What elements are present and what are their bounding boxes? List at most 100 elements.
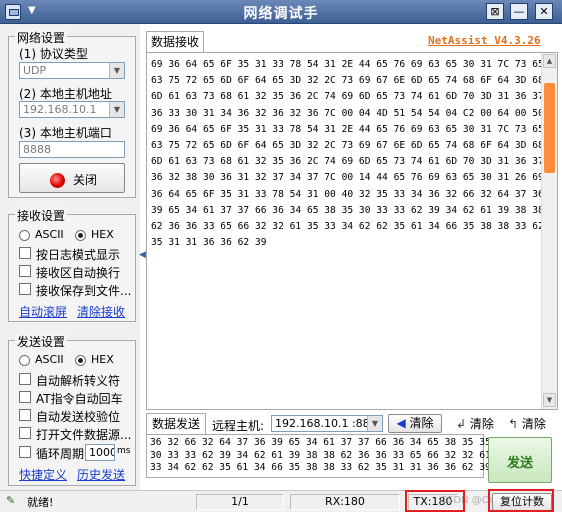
receive-line: 6D 61 63 73 68 61 32 35 36 2C 74 69 6D 6… [151,91,544,103]
local-port-input[interactable]: 8888 [19,141,125,158]
shortcut-link[interactable]: 快捷定义 [19,466,67,483]
clear-history-label: 清除 [521,417,546,431]
loop-label: 循环周期 [36,447,85,461]
loop-checkbox[interactable] [19,446,31,458]
auto-checksum-checkbox[interactable] [19,409,31,421]
auto-scroll-link[interactable]: 自动滚屏 [19,303,67,320]
receive-hex-label: HEX [91,228,114,241]
send-input-area[interactable]: 36 32 66 32 64 37 36 39 65 34 61 37 37 6… [146,434,491,478]
status-bar: ✎ 就绪! 1/1 RX:180 TX:180 CSDN @OneFu_Du 复… [0,490,562,512]
send-settings-group: 发送设置 ASCII HEX 自动解析转义符 AT指令自动回车 自动发送校验位 … [8,333,136,486]
clear-history-button[interactable]: ↰ 清除 [508,415,546,432]
send-ascii-radio[interactable] [19,355,30,366]
send-hex-radio[interactable] [75,355,86,366]
collapse-arrow-icon[interactable]: ◀ [139,250,146,264]
clear-receive-link[interactable]: 清除接收 [77,303,125,320]
receive-settings-title: 接收设置 [15,207,68,224]
local-addr-select[interactable]: 192.168.10.1 ▼ [19,101,125,118]
version-link[interactable]: NetAssist V4.3.26 [428,34,541,47]
close-connection-button[interactable]: 关闭 [19,163,125,193]
auto-wrap-checkbox[interactable] [19,265,31,277]
local-addr-label: (2) 本地主机地址 [19,87,112,101]
tab-data-send[interactable]: 数据发送 [146,413,206,434]
window-title: 网络调试手 [243,6,319,22]
close-window-button[interactable]: ✕ [535,3,553,20]
save-to-file-label: 接收保存到文件... [36,284,132,298]
receive-line: 63 75 72 65 6D 6F 64 65 3D 32 2C 73 69 6… [151,75,544,87]
receive-ascii-radio[interactable] [19,230,30,241]
minimize-button[interactable]: — [510,3,528,20]
send-button-label: 发送 [506,456,533,471]
receive-hex-radio[interactable] [75,230,86,241]
send-hex-label: HEX [91,353,114,366]
receive-line: 36 64 65 6F 35 31 33 78 54 31 00 40 32 3… [151,188,544,200]
scroll-down-icon[interactable]: ▼ [543,393,556,407]
send-line: 30 33 33 62 39 34 62 61 39 38 38 62 36 3… [150,449,491,461]
receive-ascii-label: ASCII [35,228,64,241]
parse-escape-checkbox[interactable] [19,373,31,385]
log-mode-checkbox[interactable] [19,247,31,259]
close-connection-label: 关闭 [73,173,98,187]
highlight-box-reset [488,489,554,512]
highlight-box-tx [405,490,465,512]
remote-host-value: 192.168.10.1 :888 [275,417,377,430]
receive-line: 36 32 38 30 36 31 32 37 34 37 7C 00 14 4… [151,172,544,184]
remote-host-label: 远程主机: [212,419,265,433]
auto-wrap-label: 接收区自动换行 [36,266,121,280]
vertical-scrollbar[interactable]: ▲ ▼ [541,53,557,409]
title-bar: ▼ 网络调试手 ⊠ — ✕ [0,0,562,24]
receive-text: 69 36 64 65 6F 35 31 33 78 54 31 2E 44 6… [151,57,544,251]
receive-line: 69 36 64 65 6F 35 31 33 78 54 31 2E 44 6… [151,59,544,70]
receive-settings-group: 接收设置 ASCII HEX 按日志模式显示 接收区自动换行 接收保存到文件..… [8,207,136,322]
network-settings-title: 网络设置 [15,29,68,46]
chevron-down-icon[interactable]: ▼ [109,63,124,78]
receive-line: 39 65 34 61 37 37 66 36 34 65 38 35 30 3… [151,204,544,216]
clear-send-label: 清除 [469,417,494,431]
send-line: 36 32 66 32 64 37 36 39 65 34 61 37 37 6… [150,437,491,448]
clear-send-button[interactable]: ↲ 清除 [456,415,494,432]
loop-unit: ms [117,446,131,456]
chevron-down-icon[interactable]: ▼ [367,416,382,431]
remote-host-select[interactable]: 192.168.10.1 :888 ▼ [271,415,383,432]
at-auto-cr-label: AT指令自动回车 [36,392,123,406]
receive-line: 35 31 31 36 36 62 39 [151,237,267,249]
receive-line: 62 36 36 33 65 66 32 32 61 35 33 34 62 6… [151,221,544,233]
status-page: 1/1 [196,494,284,510]
receive-line: 69 36 64 65 6F 35 31 33 78 54 31 2E 44 6… [151,123,544,135]
status-ready: 就绪! [27,496,54,509]
file-source-label: 打开文件数据源... [36,428,132,442]
scroll-thumb[interactable] [544,83,555,173]
tab-data-receive[interactable]: 数据接收 [146,31,204,52]
protocol-label: (1) 协议类型 [19,47,88,61]
receive-area[interactable]: 69 36 64 65 6F 35 31 33 78 54 31 2E 44 6… [146,52,558,410]
send-ascii-label: ASCII [35,353,64,366]
history-link[interactable]: 历史发送 [77,466,125,483]
pin-button[interactable]: ⊠ [486,3,504,20]
protocol-value: UDP [23,64,47,77]
status-lamp-icon [50,173,65,188]
chevron-down-icon[interactable]: ▼ [109,102,124,117]
up-arrow-icon: ↰ [508,417,519,431]
scroll-up-icon[interactable]: ▲ [543,54,556,68]
loop-period-input[interactable]: 1000 [85,444,115,461]
send-settings-title: 发送设置 [15,333,68,350]
send-line: 33 34 62 62 35 61 34 66 35 38 38 33 62 3… [150,462,491,473]
save-to-file-checkbox[interactable] [19,283,31,295]
parse-escape-label: 自动解析转义符 [36,374,121,388]
local-addr-value: 192.168.10.1 [23,103,97,116]
send-text: 36 32 66 32 64 37 36 39 65 34 61 37 37 6… [150,437,491,475]
file-source-checkbox[interactable] [19,427,31,439]
local-port-label: (3) 本地主机端口 [19,126,112,140]
log-mode-label: 按日志模式显示 [36,248,121,262]
clear-remote-button[interactable]: ◀ 清除 [388,414,442,433]
auto-checksum-label: 自动发送校验位 [36,410,121,424]
corner-arrow-icon: ↲ [456,417,467,431]
receive-line: 6D 61 63 73 68 61 32 35 36 2C 74 69 6D 6… [151,156,544,168]
arrow-left-icon: ◀ [396,416,406,430]
protocol-select[interactable]: UDP ▼ [19,62,125,79]
receive-line: 36 33 30 31 34 36 32 36 32 36 7C 00 04 4… [151,107,544,119]
status-rx: RX:180 [290,494,400,510]
network-settings-group: 网络设置 (1) 协议类型 UDP ▼ (2) 本地主机地址 192.168.1… [8,29,136,198]
at-auto-cr-checkbox[interactable] [19,391,31,403]
send-button[interactable]: 发送 [488,437,552,483]
